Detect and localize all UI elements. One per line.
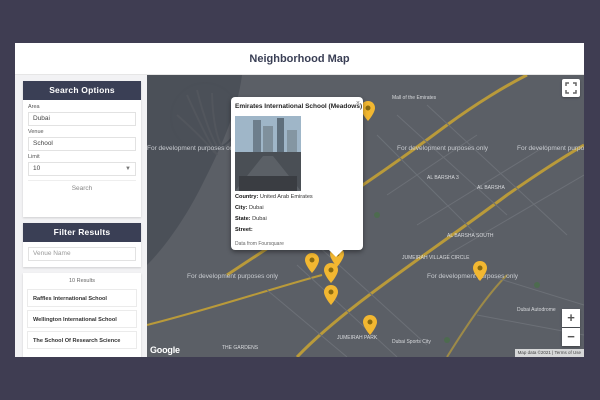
page-title: Neighborhood Map — [249, 53, 350, 65]
map-marker[interactable] — [361, 101, 375, 121]
map-attribution[interactable]: Map data ©2021 | Terms of Use — [514, 349, 584, 357]
limit-label: Limit — [28, 154, 40, 160]
fullscreen-icon — [565, 82, 577, 94]
map-label: THE GARDENS — [222, 345, 259, 351]
map-label: AL BARSHA SOUTH — [447, 233, 494, 239]
info-window-pointer — [329, 250, 343, 257]
info-city: City: Dubai — [235, 205, 264, 211]
zoom-out-button[interactable]: − — [562, 328, 580, 346]
info-window-title: Emirates International School (Meadows) — [235, 103, 363, 110]
app-window: Neighborhood Map Search Options Area Dub… — [15, 43, 584, 357]
limit-value: 10 — [33, 165, 41, 172]
map-label: AL BARSHA 3 — [427, 175, 459, 181]
map-label: JUMEIRAH VILLAGE CIRCLE — [402, 255, 470, 261]
venue-photo — [235, 116, 301, 191]
filter-results-panel: Filter Results Venue Name — [23, 223, 141, 267]
map-label: JUMEIRAH PARK — [337, 335, 378, 341]
close-icon[interactable]: × — [356, 100, 360, 107]
results-count: 10 Results — [69, 278, 95, 284]
map-label: Mall of the Emirates — [392, 95, 437, 101]
area-input[interactable]: Dubai — [28, 112, 136, 126]
area-label: Area — [28, 104, 40, 110]
list-item[interactable]: Raffles International School — [27, 289, 137, 307]
info-street: Street: — [235, 227, 253, 233]
venue-name-placeholder: Venue Name — [33, 250, 71, 257]
fullscreen-button[interactable] — [562, 79, 580, 97]
search-options-panel: Search Options Area Dubai Venue School L… — [23, 81, 141, 217]
venue-input[interactable]: School — [28, 137, 136, 151]
search-options-title: Search Options — [23, 81, 141, 100]
list-item[interactable]: The School Of Research Science — [27, 331, 137, 349]
limit-select[interactable]: 10 ▼ — [28, 162, 136, 176]
venue-label: Venue — [28, 129, 44, 135]
chevron-down-icon: ▼ — [125, 166, 131, 172]
google-logo: Google — [150, 345, 180, 355]
map-marker[interactable] — [324, 285, 338, 305]
map-marker[interactable] — [473, 261, 487, 281]
search-button[interactable]: Search — [28, 180, 136, 196]
map-marker[interactable] — [324, 263, 338, 283]
map-label: Dubai Autodrome — [517, 307, 556, 313]
map-label: Dubai Sports City — [392, 339, 431, 345]
info-state: State: Dubai — [235, 216, 267, 222]
info-source: Data from Foursquare — [235, 241, 284, 247]
sidebar: Search Options Area Dubai Venue School L… — [15, 75, 147, 357]
zoom-in-button[interactable]: + — [562, 309, 580, 327]
map-label: AL BARSHA — [477, 185, 505, 191]
map-view[interactable]: For development purposes only For develo… — [147, 75, 584, 357]
watermark-text: For development purposes only — [147, 145, 239, 152]
info-window: Emirates International School (Meadows) … — [231, 97, 363, 257]
map-marker[interactable] — [305, 253, 319, 273]
list-item[interactable]: Wellington International School — [27, 310, 137, 328]
watermark-text: For development purposes only — [397, 145, 489, 152]
header: Neighborhood Map — [15, 43, 584, 75]
watermark-text: For development purposes only — [517, 145, 584, 152]
filter-results-title: Filter Results — [23, 223, 141, 242]
info-country: Country: United Arab Emirates — [235, 194, 313, 200]
watermark-text: For development purposes only — [187, 273, 279, 280]
map-marker[interactable] — [363, 315, 377, 335]
results-panel: 10 Results Raffles International School … — [23, 273, 141, 357]
venue-name-filter-input[interactable]: Venue Name — [28, 247, 136, 261]
